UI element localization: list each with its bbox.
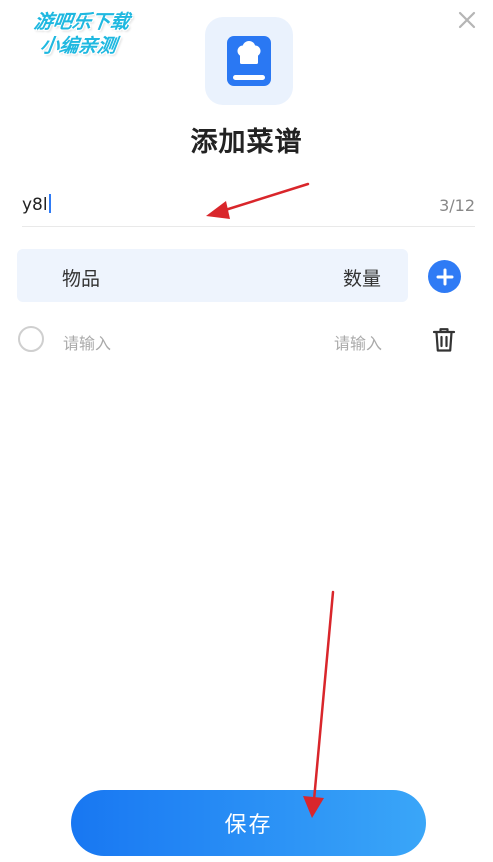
recipe-name-value: y8l <box>22 195 48 215</box>
header-qty-label: 数量 <box>342 268 381 290</box>
header-item-label: 物品 <box>62 268 101 290</box>
close-button[interactable] <box>455 8 479 32</box>
recipe-name-input[interactable]: y8l <box>22 194 51 215</box>
trash-icon <box>432 328 456 352</box>
watermark-line-1: 游吧乐下载 <box>32 11 131 33</box>
ingredient-table-header: 物品 数量 <box>17 249 408 302</box>
watermark-logo: 游吧乐下载 小编亲测 <box>11 10 150 58</box>
row-select-radio[interactable] <box>18 326 44 352</box>
page-title: 添加菜谱 <box>190 127 303 158</box>
watermark-line-2: 小编亲测 <box>38 35 118 57</box>
add-ingredient-button[interactable] <box>428 260 461 293</box>
ingredient-qty-input[interactable]: 请输入 <box>334 330 382 354</box>
plus-icon <box>436 268 453 285</box>
recipe-name-row: y8l 3/12 <box>22 190 475 227</box>
ingredient-row: 请输入 请输入 <box>17 322 467 360</box>
ingredient-name-input[interactable]: 请输入 <box>63 330 111 354</box>
annotation-arrow-save-button <box>303 590 335 818</box>
app-icon-container <box>205 17 293 105</box>
save-button[interactable]: 保存 <box>71 790 426 856</box>
delete-row-button[interactable] <box>431 326 457 354</box>
close-icon <box>458 11 476 29</box>
recipe-book-icon <box>227 36 271 86</box>
character-counter: 3/12 <box>439 196 475 215</box>
text-caret <box>48 194 51 213</box>
